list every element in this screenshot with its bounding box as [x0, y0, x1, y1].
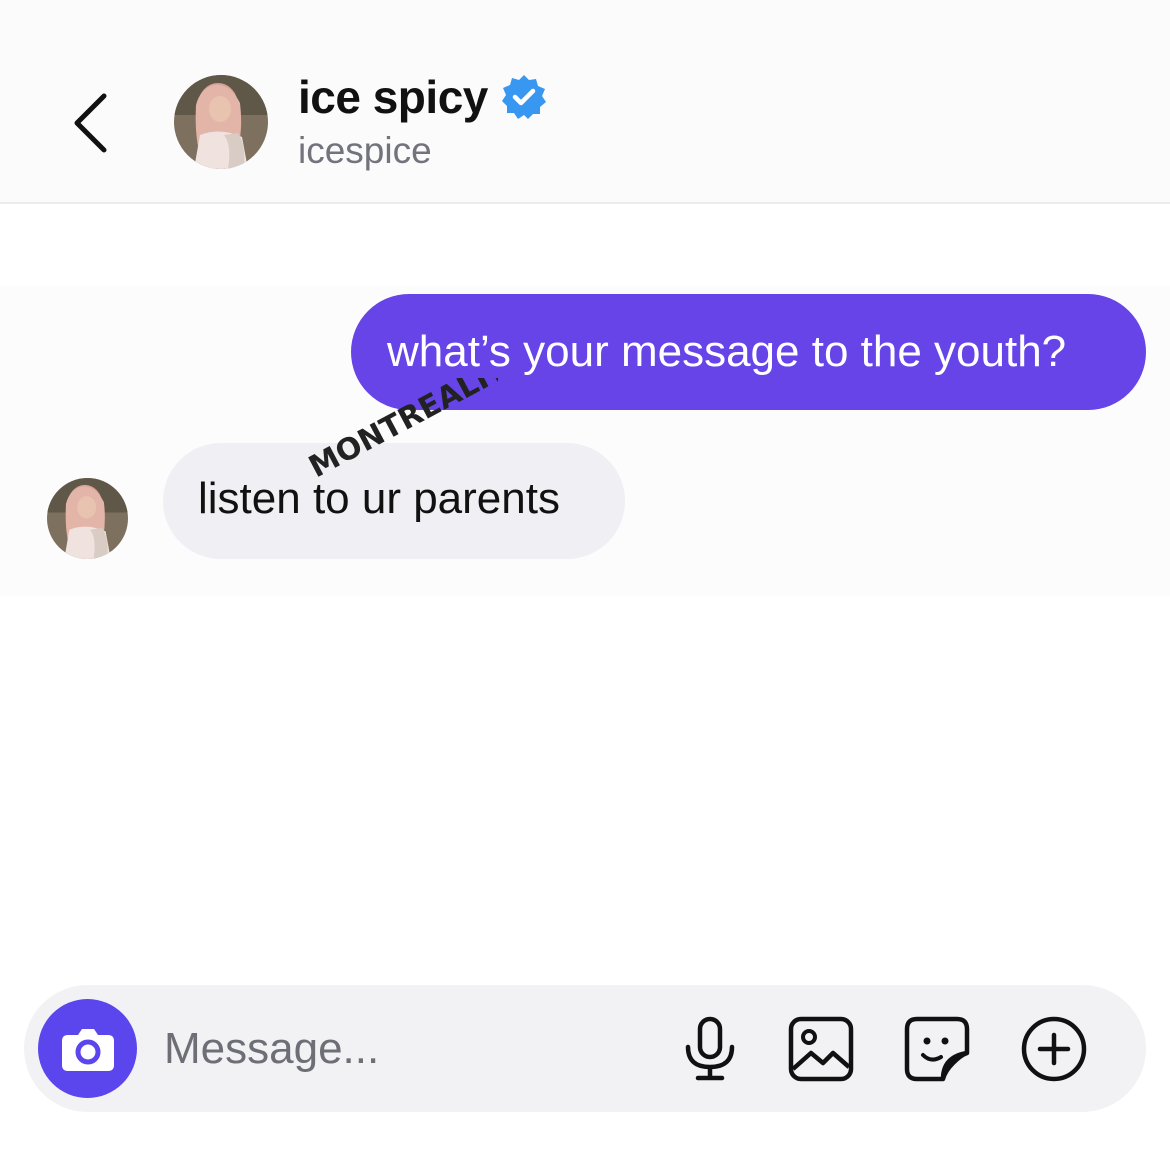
message-thread: what’s your message to the youth? listen…: [0, 206, 1170, 976]
plus-circle-icon: [1021, 1016, 1087, 1082]
message-input[interactable]: [164, 1015, 664, 1083]
contact-avatar[interactable]: [174, 75, 268, 169]
contact-name-row[interactable]: ice spicy: [298, 70, 548, 124]
verified-badge-icon: [501, 75, 546, 119]
chat-header: ice spicy icespice: [0, 0, 1170, 204]
camera-icon: [62, 1029, 114, 1071]
back-button[interactable]: [60, 80, 124, 164]
sent-message-bubble[interactable]: what’s your message to the youth?: [351, 294, 1146, 410]
sticker-button[interactable]: [901, 1013, 973, 1085]
sticker-icon: [904, 1016, 970, 1082]
contact-username: icespice: [298, 130, 432, 171]
received-message-bubble[interactable]: listen to ur parents: [163, 443, 625, 559]
message-composer: [24, 985, 1146, 1112]
image-icon: [788, 1016, 854, 1082]
sender-avatar[interactable]: [47, 478, 128, 559]
back-chevron-icon: [74, 93, 107, 153]
voice-message-button[interactable]: [674, 1013, 746, 1085]
more-options-button[interactable]: [1018, 1013, 1090, 1085]
microphone-icon: [685, 1016, 735, 1081]
contact-display-name: ice spicy: [298, 71, 488, 123]
gallery-button[interactable]: [785, 1013, 857, 1085]
camera-button[interactable]: [38, 999, 137, 1098]
